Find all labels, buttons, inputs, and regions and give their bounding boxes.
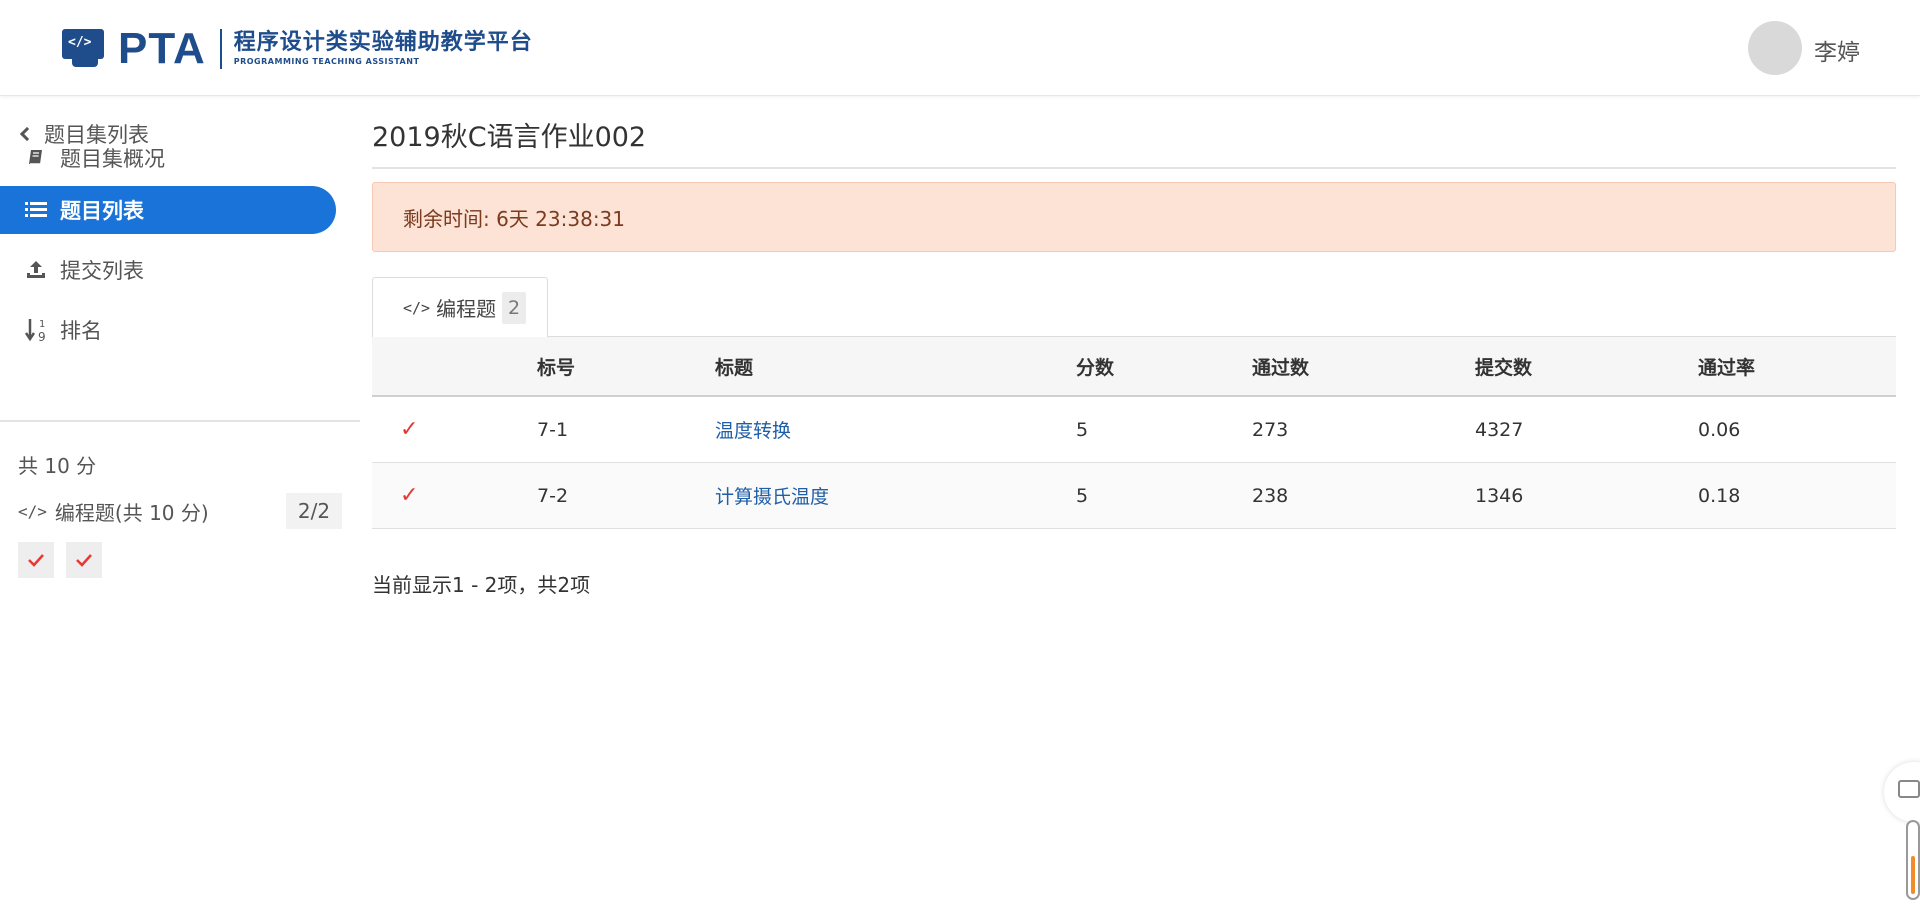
group-label: 编程题(共 10 分) — [54, 500, 209, 525]
list-icon — [24, 200, 48, 220]
sidebar-item-label: 排名 — [60, 319, 102, 343]
check-icon — [76, 554, 92, 567]
feedback-icon[interactable] — [1884, 762, 1920, 822]
table-header: 标号 标题 分数 通过数 提交数 通过率 — [372, 337, 1896, 397]
tab-label: 编程题 — [436, 297, 497, 321]
code-icon: </> — [18, 501, 47, 521]
time-remaining-alert: 剩余时间: 6天 23:38:31 — [372, 182, 1896, 252]
header-score: 分数 — [1076, 356, 1115, 379]
problem-title-link[interactable]: 温度转换 — [715, 416, 1076, 443]
sidebar-item-overview[interactable]: 题目集概况 — [0, 134, 336, 182]
table-row[interactable]: ✓ 7-2 计算摄氏温度 5 238 1346 0.18 — [372, 463, 1896, 529]
sidebar-item-problem-list[interactable]: 题目列表 — [0, 186, 336, 234]
problem-submitted: 4327 — [1475, 418, 1524, 441]
pagination-summary: 当前显示1 - 2项，共2项 — [372, 573, 591, 597]
problem-status-7-2[interactable] — [66, 542, 102, 578]
logo-divider — [219, 29, 222, 69]
header-title: 标题 — [715, 356, 754, 379]
problem-status-list — [18, 542, 114, 578]
problem-title-link[interactable]: 计算摄氏温度 — [715, 482, 1076, 509]
user-name[interactable]: 李婷 — [1814, 33, 1860, 67]
pta-logo[interactable]: </> PTA 程序设计类实验辅助教学平台 PROGRAMMING TEACHI… — [62, 24, 533, 73]
svg-text:1: 1 — [39, 319, 45, 330]
top-header: </> PTA 程序设计类实验辅助教学平台 PROGRAMMING TEACHI… — [0, 0, 1920, 96]
sidebar-item-label: 题目集概况 — [60, 147, 165, 171]
scroll-indicator[interactable] — [1906, 820, 1920, 900]
title-divider — [372, 167, 1896, 169]
problem-submitted: 1346 — [1475, 484, 1524, 507]
problem-rate: 0.06 — [1698, 418, 1741, 441]
table-row[interactable]: ✓ 7-1 温度转换 5 273 4327 0.06 — [372, 397, 1896, 463]
sidebar-divider — [0, 420, 360, 422]
accepted-check-icon: ✓ — [400, 417, 419, 442]
code-screen-icon: </> — [62, 29, 108, 69]
problem-score: 5 — [1076, 484, 1089, 507]
tab-programming[interactable]: </> 编程题 2 — [372, 277, 548, 337]
code-icon: </> — [403, 298, 431, 317]
header-id: 标号 — [537, 356, 576, 379]
total-score: 共 10 分 — [18, 454, 97, 478]
problem-rate: 0.18 — [1698, 484, 1741, 507]
logo-text: PTA — [118, 24, 206, 73]
sort-numeric-icon: 19 — [24, 317, 48, 343]
header-passed: 通过数 — [1252, 356, 1310, 379]
sidebar-item-submissions[interactable]: 提交列表 — [0, 246, 336, 294]
book-icon — [24, 148, 48, 168]
tab-count-badge: 2 — [502, 291, 527, 324]
group-progress-badge: 2/2 — [286, 493, 342, 529]
problem-status-7-1[interactable] — [18, 542, 54, 578]
svg-text:9: 9 — [38, 330, 46, 343]
problem-id: 7-1 — [537, 418, 569, 441]
problem-passed: 238 — [1252, 484, 1289, 507]
sidebar-item-label: 提交列表 — [60, 259, 144, 283]
problem-table: 标号 标题 分数 通过数 提交数 通过率 ✓ 7-1 温度转换 5 273 43… — [372, 337, 1896, 529]
sidebar-item-ranking[interactable]: 19 排名 — [0, 306, 336, 354]
sidebar: 题目集列表 题目集概况 题目列表 提交列表 19 排名 共 10 分 </> 编… — [0, 97, 360, 910]
upload-icon — [24, 259, 48, 281]
sidebar-item-label: 题目列表 — [60, 199, 144, 223]
problem-score: 5 — [1076, 418, 1089, 441]
avatar[interactable] — [1748, 21, 1802, 75]
page-title: 2019秋C语言作业002 — [372, 122, 647, 153]
logo-subtitle: 程序设计类实验辅助教学平台 PROGRAMMING TEACHING ASSIS… — [234, 30, 533, 68]
alert-text: 剩余时间: 6天 23:38:31 — [403, 206, 626, 231]
platform-name-en: PROGRAMMING TEACHING ASSISTANT — [233, 57, 420, 66]
platform-name: 程序设计类实验辅助教学平台 — [233, 30, 533, 55]
problem-id: 7-2 — [537, 484, 569, 507]
problem-group-programming[interactable]: </> 编程题(共 10 分) 2/2 — [18, 493, 342, 529]
accepted-check-icon: ✓ — [400, 483, 419, 508]
header-submitted: 提交数 — [1475, 356, 1533, 379]
problem-passed: 273 — [1252, 418, 1289, 441]
check-icon — [28, 554, 44, 567]
header-rate: 通过率 — [1698, 356, 1756, 379]
